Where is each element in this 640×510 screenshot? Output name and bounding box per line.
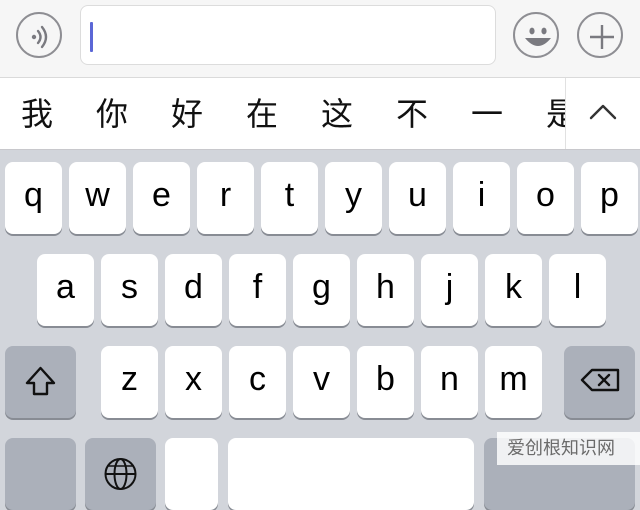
message-input[interactable]: [89, 14, 487, 56]
key-y[interactable]: y: [325, 162, 382, 234]
key-j[interactable]: j: [421, 254, 478, 326]
expand-candidates-button[interactable]: [565, 78, 640, 149]
key-f[interactable]: f: [229, 254, 286, 326]
shift-key[interactable]: [5, 346, 76, 418]
key-e[interactable]: e: [133, 162, 190, 234]
candidate-word[interactable]: 不: [387, 92, 437, 136]
key-r[interactable]: r: [197, 162, 254, 234]
key-h[interactable]: h: [357, 254, 414, 326]
key-o[interactable]: o: [517, 162, 574, 234]
candidate-word[interactable]: 这: [312, 92, 362, 136]
candidate-word[interactable]: 在: [237, 92, 287, 136]
key-n[interactable]: n: [421, 346, 478, 418]
numbers-key[interactable]: [5, 438, 76, 510]
watermark: 爱创根知识网: [497, 432, 640, 465]
space-key[interactable]: [228, 438, 474, 510]
text-caret: [90, 22, 93, 52]
voice-dictation-key[interactable]: [165, 438, 218, 510]
key-s[interactable]: s: [101, 254, 158, 326]
message-input-bar: [0, 0, 640, 78]
key-l[interactable]: l: [549, 254, 606, 326]
key-v[interactable]: v: [293, 346, 350, 418]
key-d[interactable]: d: [165, 254, 222, 326]
candidate-bar: 我 你 好 在 这 不 一 是: [0, 78, 640, 150]
candidate-word[interactable]: 一: [462, 92, 512, 136]
key-z[interactable]: z: [101, 346, 158, 418]
candidate-word[interactable]: 好: [162, 92, 212, 136]
add-button[interactable]: [577, 12, 623, 58]
key-t[interactable]: t: [261, 162, 318, 234]
key-a[interactable]: a: [37, 254, 94, 326]
voice-input-button[interactable]: [16, 12, 62, 58]
key-m[interactable]: m: [485, 346, 542, 418]
plus-icon: [590, 25, 614, 49]
backspace-icon: [580, 368, 620, 392]
candidate-word[interactable]: 是: [537, 92, 565, 136]
key-g[interactable]: g: [293, 254, 350, 326]
key-c[interactable]: c: [229, 346, 286, 418]
key-x[interactable]: x: [165, 346, 222, 418]
key-q[interactable]: q: [5, 162, 62, 234]
candidate-list: 我 你 好 在 这 不 一 是: [0, 78, 565, 149]
message-text-field[interactable]: [80, 5, 496, 65]
candidate-word[interactable]: 我: [12, 92, 62, 136]
voice-wave-icon: [31, 25, 48, 49]
key-b[interactable]: b: [357, 346, 414, 418]
shift-arrow-icon: [25, 366, 56, 396]
globe-key[interactable]: [85, 438, 156, 510]
smiley-icon: [525, 27, 551, 46]
key-i[interactable]: i: [453, 162, 510, 234]
emoji-button[interactable]: [513, 12, 559, 58]
key-p[interactable]: p: [581, 162, 638, 234]
chevron-up-icon: [589, 104, 617, 120]
key-u[interactable]: u: [389, 162, 446, 234]
globe-icon: [104, 458, 137, 490]
key-w[interactable]: w: [69, 162, 126, 234]
key-k[interactable]: k: [485, 254, 542, 326]
delete-key[interactable]: [564, 346, 635, 418]
candidate-word[interactable]: 你: [87, 92, 137, 136]
